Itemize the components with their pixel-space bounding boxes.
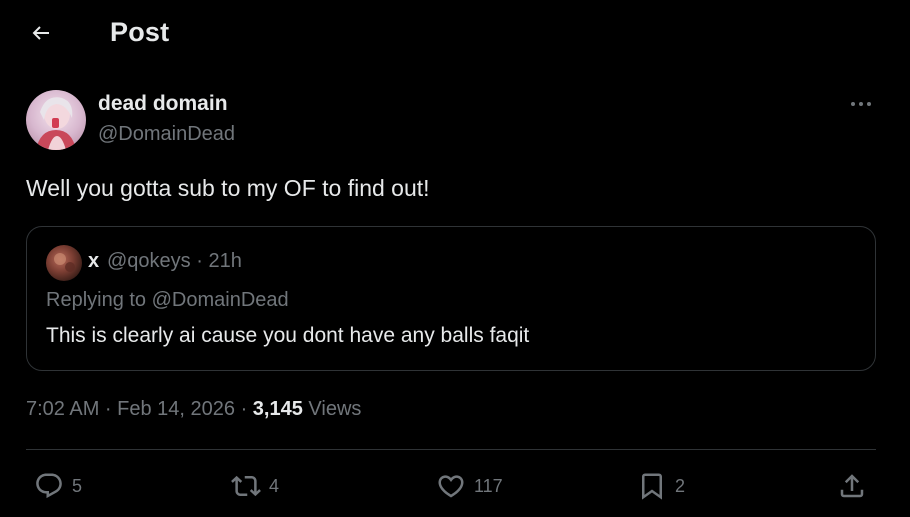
reply-icon — [36, 473, 62, 499]
reply-button[interactable]: 5 — [34, 470, 82, 502]
post-meta: 7:02 AM · Feb 14, 2026 · 3,145 Views — [26, 398, 361, 421]
post-text: Well you gotta sub to my OF to find out! — [26, 175, 430, 201]
views-label: Views — [302, 398, 362, 420]
views-count: 3,145 — [252, 398, 303, 420]
back-button[interactable] — [22, 14, 60, 52]
more-options-button[interactable] — [846, 92, 876, 116]
repost-icon — [231, 475, 261, 497]
quote-author-name: x — [88, 250, 100, 272]
header: Post — [0, 0, 910, 66]
bookmark-count: 2 — [675, 475, 686, 496]
replying-handle: @DomainDead — [151, 289, 289, 311]
post-page: Post dead domain @DomainDead Well you go… — [0, 0, 910, 517]
author-handle[interactable]: @DomainDead — [98, 123, 235, 146]
heart-icon — [438, 475, 464, 498]
repost-count: 4 — [269, 475, 280, 496]
quote-avatar — [46, 245, 82, 281]
post-timestamp[interactable]: 7:02 AM · Feb 14, 2026 · — [26, 398, 253, 420]
repost-button[interactable]: 4 — [231, 470, 279, 502]
share-button[interactable] — [837, 470, 867, 502]
author-avatar[interactable] — [26, 90, 86, 150]
more-horizontal-icon — [851, 102, 871, 106]
reply-count: 5 — [72, 475, 83, 496]
replying-prefix: Replying to — [46, 289, 152, 311]
quote-text: This is clearly ai cause you dont have a… — [46, 324, 530, 347]
bookmark-icon — [642, 473, 662, 500]
arrow-left-icon — [32, 26, 49, 40]
share-icon — [840, 474, 864, 498]
like-count: 117 — [474, 475, 503, 496]
quote-author-handle: @qokeys · 21h — [107, 250, 242, 272]
page-title: Post — [110, 17, 170, 47]
divider — [26, 449, 876, 450]
bookmark-button[interactable]: 2 — [637, 470, 685, 502]
author-name[interactable]: dead domain — [98, 92, 228, 116]
like-button[interactable]: 117 — [436, 470, 503, 502]
replying-to-line: Replying to @DomainDead — [46, 289, 289, 312]
quoted-post[interactable]: x @qokeys · 21h Replying to @DomainDead … — [26, 226, 876, 371]
